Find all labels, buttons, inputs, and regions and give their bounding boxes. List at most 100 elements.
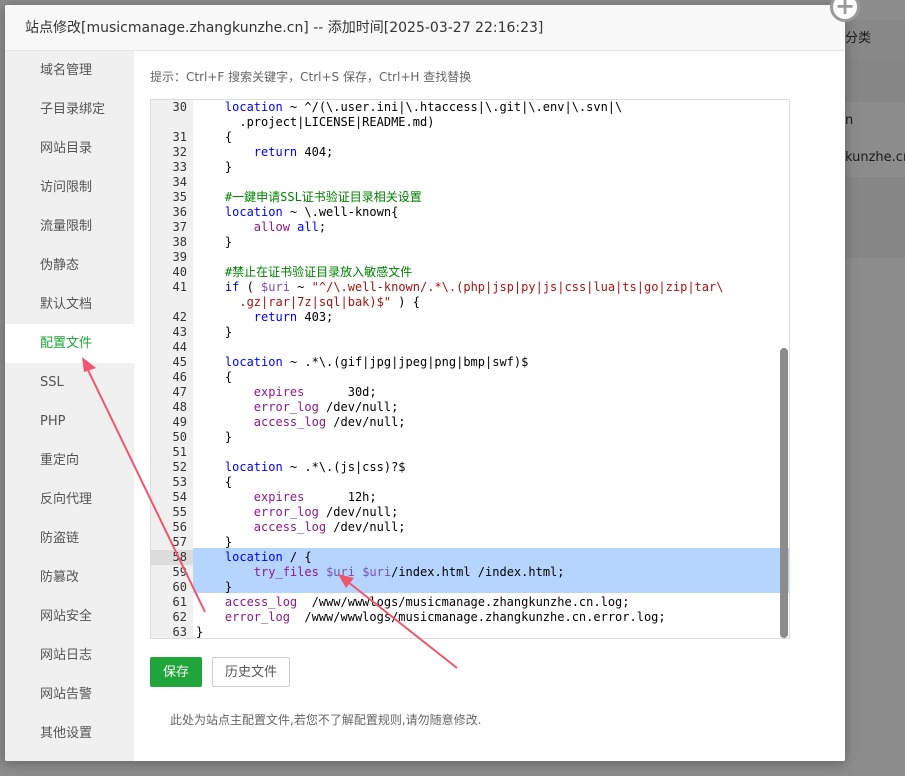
code-line: 39 xyxy=(151,250,789,265)
sidebar-item[interactable]: 网站告警 xyxy=(5,675,134,714)
code-line: 58 location / { xyxy=(151,550,789,565)
editor-hint: 提示：Ctrl+F 搜索关键字，Ctrl+S 保存，Ctrl+H 查找替换 xyxy=(150,70,472,84)
sidebar-item[interactable]: 网站目录 xyxy=(5,129,134,168)
line-code: } xyxy=(196,235,233,249)
line-code: location ~ .*\.(gif|jpg|jpeg|png|bmp|swf… xyxy=(224,355,529,369)
sidebar-item[interactable]: 防篡改 xyxy=(5,558,134,597)
code-line: 42 return 403; xyxy=(151,310,789,325)
line-code: error_log /dev/null; xyxy=(253,400,399,414)
line-code: location / { xyxy=(224,550,312,564)
history-file-button[interactable]: 历史文件 xyxy=(212,657,290,687)
sidebar-item[interactable]: 网站日志 xyxy=(5,636,134,675)
code-line: 35 #一鍵申请SSL证书验证目录相关设置 xyxy=(151,190,789,205)
line-number: 37 xyxy=(172,220,187,234)
line-code: #一鍵申请SSL证书验证目录相关设置 xyxy=(224,190,422,204)
site-edit-modal: 站点修改[musicmanage.zhangkunzhe.cn] -- 添加时间… xyxy=(5,5,845,761)
code-line: 53 { xyxy=(151,475,789,490)
code-line: 31 { xyxy=(151,130,789,145)
line-number: 51 xyxy=(172,445,187,459)
line-code: return 403; xyxy=(253,310,334,324)
line-code: } xyxy=(196,325,233,339)
code-line: 30 location ~ ^/(\.user.ini|\.htaccess|\… xyxy=(151,100,789,115)
line-code: } xyxy=(196,625,204,639)
code-line: 38 } xyxy=(151,235,789,250)
line-number: 57 xyxy=(172,535,187,549)
line-code: } xyxy=(196,535,233,549)
line-code: try_files $uri $uri/index.html /index.ht… xyxy=(253,565,565,579)
code-line: 54 expires 12h; xyxy=(151,490,789,505)
line-number: 55 xyxy=(172,505,187,519)
code-line: 60 } xyxy=(151,580,789,595)
sidebar-item[interactable]: PHP xyxy=(5,402,134,441)
code-line: 56 access_log /dev/null; xyxy=(151,520,789,535)
code-line: 48 error_log /dev/null; xyxy=(151,400,789,415)
line-code: .project|LICENSE|README.md) xyxy=(196,115,435,129)
line-number: 38 xyxy=(172,235,187,249)
line-code: error_log /www/wwwlogs/musicmanage.zhang… xyxy=(224,610,666,624)
code-line: 57 } xyxy=(151,535,789,550)
code-line: 46 { xyxy=(151,370,789,385)
code-line: 62 error_log /www/wwwlogs/musicmanage.zh… xyxy=(151,610,789,625)
code-line: 50 } xyxy=(151,430,789,445)
line-number: 52 xyxy=(172,460,187,474)
line-code: if ( $uri ~ "^/\.well-known/.*\.(php|jsp… xyxy=(224,280,724,294)
line-number: 53 xyxy=(172,475,187,489)
line-number: 63 xyxy=(172,625,187,639)
line-number: 44 xyxy=(172,340,187,354)
code-line: 63} xyxy=(151,625,789,639)
code-line: 40 #禁止在证书验证目录放入敏感文件 xyxy=(151,265,789,280)
sidebar-item[interactable]: 子目录绑定 xyxy=(5,90,134,129)
code-line: 32 return 404; xyxy=(151,145,789,160)
line-number: 40 xyxy=(172,265,187,279)
code-line: 52 location ~ .*\.(js|css)?$ xyxy=(151,460,789,475)
line-number: 33 xyxy=(172,160,187,174)
line-number: 35 xyxy=(172,190,187,204)
line-code: { xyxy=(196,370,233,384)
line-number: 49 xyxy=(172,415,187,429)
sidebar-item[interactable]: 重定向 xyxy=(5,441,134,480)
line-code: #禁止在证书验证目录放入敏感文件 xyxy=(224,265,413,279)
line-number: 30 xyxy=(172,100,187,114)
sidebar-item[interactable]: SSL xyxy=(5,363,134,402)
modal-content: 提示：Ctrl+F 搜索关键字，Ctrl+S 保存，Ctrl+H 查找替换 30… xyxy=(134,51,845,761)
code-line: 55 error_log /dev/null; xyxy=(151,505,789,520)
line-number: 48 xyxy=(172,400,187,414)
line-number: 56 xyxy=(172,520,187,534)
code-line: 34 xyxy=(151,175,789,190)
line-number: 47 xyxy=(172,385,187,399)
code-line: 36 location ~ \.well-known{ xyxy=(151,205,789,220)
sidebar-item[interactable]: 反向代理 xyxy=(5,480,134,519)
sidebar-item[interactable]: 访问限制 xyxy=(5,168,134,207)
line-code: } xyxy=(196,160,233,174)
line-number: 39 xyxy=(172,250,187,264)
code-line: 59 try_files $uri $uri/index.html /index… xyxy=(151,565,789,580)
line-number: 60 xyxy=(172,580,187,594)
code-line: 43 } xyxy=(151,325,789,340)
line-code: { xyxy=(196,130,233,144)
line-code: { xyxy=(196,475,233,489)
code-line: 49 access_log /dev/null; xyxy=(151,415,789,430)
code-line: 41 if ( $uri ~ "^/\.well-known/.*\.(php|… xyxy=(151,280,789,295)
line-code: location ~ \.well-known{ xyxy=(224,205,399,219)
line-number: 62 xyxy=(172,610,187,624)
sidebar-item[interactable]: 其他设置 xyxy=(5,714,134,753)
sidebar-item[interactable]: 伪静态 xyxy=(5,246,134,285)
sidebar-item[interactable]: 防盗链 xyxy=(5,519,134,558)
code-line: 37 allow all; xyxy=(151,220,789,235)
editor-scrollbar[interactable] xyxy=(780,348,788,638)
line-number: 41 xyxy=(172,280,187,294)
config-editor[interactable]: 30 location ~ ^/(\.user.ini|\.htaccess|\… xyxy=(150,99,790,639)
sidebar-item[interactable]: 网站安全 xyxy=(5,597,134,636)
save-button[interactable]: 保存 xyxy=(150,657,202,687)
config-note: 此处为站点主配置文件,若您不了解配置规则,请勿随意修改. xyxy=(170,713,482,727)
sidebar-item[interactable]: 默认文档 xyxy=(5,285,134,324)
sidebar-item[interactable]: 域名管理 xyxy=(5,51,134,90)
line-number: 58 xyxy=(151,550,193,565)
line-number: 31 xyxy=(172,130,187,144)
code-line: 51 xyxy=(151,445,789,460)
line-code: .gz|rar|7z|sql|bak)$" ) { xyxy=(239,295,420,309)
sidebar-item[interactable]: 流量限制 xyxy=(5,207,134,246)
line-code: access_log /www/wwwlogs/musicmanage.zhan… xyxy=(224,595,630,609)
sidebar-item[interactable]: 配置文件 xyxy=(5,324,134,363)
line-code: allow all; xyxy=(253,220,327,234)
